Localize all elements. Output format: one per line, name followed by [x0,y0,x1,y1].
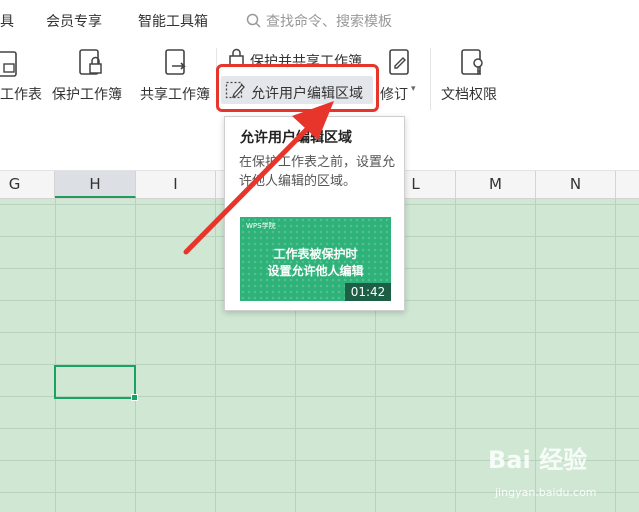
track-changes-dropdown-icon[interactable]: ▾ [411,84,416,94]
document-permissions-icon [461,49,483,75]
tooltip-panel: 允许用户编辑区域 在保护工作表之前，设置允许他人编辑的区域。 WPS学院 工作表… [224,116,405,311]
column-header-n[interactable]: N [536,171,616,198]
column-header-i[interactable]: I [136,171,216,198]
column-header-m[interactable]: M [456,171,536,198]
document-permissions-button[interactable]: 文档权限 [441,84,497,104]
search-placeholder: 查找命令、搜索模板 [266,14,392,30]
track-changes-icon [389,49,409,75]
share-workbook-icon [165,49,186,75]
tooltip-description: 在保护工作表之前，设置允许他人编辑的区域。 [239,155,396,189]
video-title-line2: 设置允许他人编辑 [267,264,364,278]
protect-workbook-button[interactable]: 保护工作簿 [52,84,122,104]
protect-workbook-icon [79,49,102,75]
tooltip-title: 允许用户编辑区域 [240,130,352,146]
menu-tools[interactable]: 具 [0,11,14,31]
protect-sheet-icon [0,51,17,77]
fill-handle[interactable] [131,394,138,401]
baidu-watermark: Bai 经验 [488,446,588,474]
protect-sheet-button[interactable]: 工作表 [0,84,42,104]
track-changes-button[interactable]: 修订 [380,84,408,104]
search-box[interactable]: 查找命令、搜索模板 [246,11,392,31]
share-workbook-button[interactable]: 共享工作簿 [140,84,210,104]
video-duration-badge: 01:42 [345,283,391,301]
column-header-g[interactable]: G [0,171,55,198]
active-cell[interactable] [54,365,138,401]
baidu-watermark-url: jingyan.baidu.com [495,486,597,499]
search-icon [246,13,261,28]
ribbon-separator [430,48,431,110]
video-title-line1: 工作表被保护时 [273,247,358,261]
menu-member[interactable]: 会员专享 [46,11,102,31]
tutorial-video-thumbnail[interactable]: WPS学院 工作表被保护时 设置允许他人编辑 01:42 [240,217,391,301]
annotation-highlight-box [216,64,379,112]
menu-bar: 具 会员专享 智能工具箱 查找命令、搜索模板 [0,0,639,40]
video-brand-logo: WPS学院 [246,222,276,230]
column-header-h[interactable]: H [55,171,136,198]
menu-smart-toolbox[interactable]: 智能工具箱 [138,11,208,31]
